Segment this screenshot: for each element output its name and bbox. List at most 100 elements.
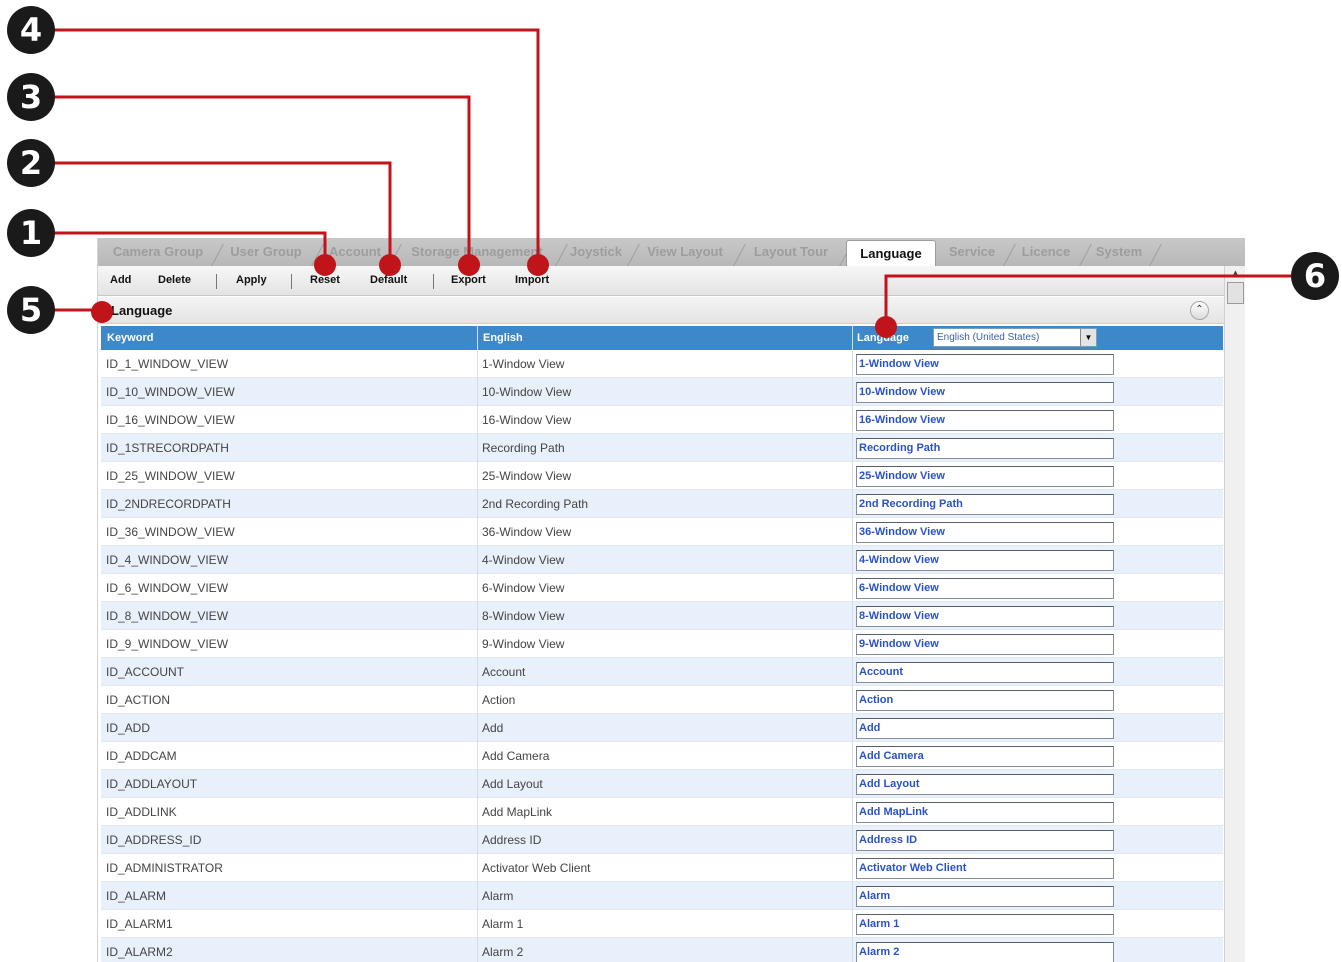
apply-button[interactable]: Apply [236,274,267,286]
translation-input[interactable]: Add Layout [856,774,1114,795]
tab-language[interactable]: Language [846,240,936,266]
table-row: ID_ACTION Action Action [101,686,1223,714]
column-divider [852,686,853,714]
add-button[interactable]: Add [110,274,131,286]
translation-input[interactable]: 8-Window View [856,606,1114,627]
tab-view-layout[interactable]: View Layout [638,244,732,266]
translation-input[interactable]: 6-Window View [856,578,1114,599]
column-divider [852,630,853,658]
language-settings-window: Camera Group User Group Account Storage … [97,238,1245,962]
column-divider [477,490,478,518]
scroll-thumb[interactable] [1227,282,1244,304]
translation-input[interactable]: Add MapLink [856,802,1114,823]
vertical-scrollbar[interactable]: ▲ [1224,266,1245,962]
table-row: ID_ADDRESS_ID Address ID Address ID [101,826,1223,854]
toolbar-separator [216,274,217,289]
reset-button[interactable]: Reset [310,274,340,286]
column-divider [477,518,478,546]
language-select-value: English (United States) [937,332,1040,343]
english-cell: 4-Window View [482,553,565,567]
translation-input[interactable]: Add [856,718,1114,739]
tab-joystick[interactable]: Joystick [566,244,626,266]
english-cell: Add Layout [482,777,543,791]
column-divider [852,826,853,854]
column-divider [852,546,853,574]
english-cell: 8-Window View [482,609,565,623]
translation-input[interactable]: 16-Window View [856,410,1114,431]
tab-licence[interactable]: Licence [1014,244,1078,266]
language-select[interactable]: English (United States) ▼ [933,328,1097,347]
english-cell: 9-Window View [482,637,565,651]
english-cell: Recording Path [482,441,565,455]
translation-input[interactable]: 1-Window View [856,354,1114,375]
export-button[interactable]: Export [451,274,486,286]
column-divider [852,742,853,770]
tab-service[interactable]: Service [942,244,1002,266]
tab-user-group[interactable]: User Group [222,244,310,266]
table-row: ID_1_WINDOW_VIEW 1-Window View 1-Window Vi… [101,350,1223,378]
translation-input[interactable]: 36-Window View [856,522,1114,543]
import-button[interactable]: Import [515,274,549,286]
language-panel-header: Language ⌃ [98,297,1224,324]
column-divider [477,574,478,602]
table-row: ID_6_WINDOW_VIEW 6-Window View 6-Window Vi… [101,574,1223,602]
translation-input[interactable]: Recording Path [856,438,1114,459]
column-divider [852,326,853,350]
table-row: ID_ALARM2 Alarm 2 Alarm 2 [101,938,1223,962]
translation-input[interactable]: Alarm [856,886,1114,907]
english-cell: 1-Window View [482,357,565,371]
english-cell: 6-Window View [482,581,565,595]
column-divider [477,602,478,630]
panel-title: Language [111,303,173,318]
column-header-english[interactable]: English [483,332,523,344]
translation-input[interactable]: Address ID [856,830,1114,851]
tab-account[interactable]: Account [322,244,388,266]
tab-camera-group[interactable]: Camera Group [106,244,210,266]
keyword-cell: ID_ADD [106,721,151,735]
tab-system[interactable]: System [1090,244,1148,266]
keyword-cell: ID_8_WINDOW_VIEW [106,609,229,623]
translation-input[interactable]: Activator Web Client [856,858,1114,879]
translation-input[interactable]: Add Camera [856,746,1114,767]
grid-body: ID_1_WINDOW_VIEW 1-Window View 1-Window Vi… [101,350,1223,962]
translation-input[interactable]: 2nd Recording Path [856,494,1114,515]
table-row: ID_4_WINDOW_VIEW 4-Window View 4-Window Vi… [101,546,1223,574]
default-button[interactable]: Default [370,274,407,286]
chevron-double-up-icon[interactable]: ⌃ [1190,301,1209,320]
keyword-cell: ID_ALARM2 [106,945,173,959]
column-divider [477,378,478,406]
column-divider [477,910,478,938]
column-divider [852,658,853,686]
translation-input[interactable]: 9-Window View [856,634,1114,655]
english-cell: 16-Window View [482,413,572,427]
translation-input[interactable]: Action [856,690,1114,711]
column-divider [852,462,853,490]
column-header-keyword[interactable]: Keyword [107,332,153,344]
column-divider [852,714,853,742]
scroll-up-arrow-icon[interactable]: ▲ [1227,268,1244,282]
column-divider [477,406,478,434]
translation-input[interactable]: Account [856,662,1114,683]
translation-input[interactable]: Alarm 1 [856,914,1114,935]
tab-storage-management[interactable]: Storage Management [400,244,554,266]
callout-6-badge: 6 [1291,252,1339,300]
delete-button[interactable]: Delete [158,274,191,286]
callout-5-badge: 5 [7,286,55,334]
translation-input[interactable]: 10-Window View [856,382,1114,403]
table-row: ID_ADDLAYOUT Add Layout Add Layout [101,770,1223,798]
translation-input[interactable]: Alarm 2 [856,942,1114,962]
translation-input[interactable]: 4-Window View [856,550,1114,571]
tab-layout-tour[interactable]: Layout Tour [744,244,838,266]
column-divider [852,378,853,406]
keyword-cell: ID_ADDLAYOUT [106,777,198,791]
english-cell: Address ID [482,833,542,847]
toolbar-separator [433,274,434,289]
callout-3-badge: 3 [7,73,55,121]
column-header-language[interactable]: Language [857,332,909,344]
column-divider [477,462,478,490]
column-divider [852,602,853,630]
chevron-down-icon[interactable]: ▼ [1080,329,1096,346]
keyword-cell: ID_ACCOUNT [106,665,185,679]
english-cell: Account [482,665,526,679]
translation-input[interactable]: 25-Window View [856,466,1114,487]
